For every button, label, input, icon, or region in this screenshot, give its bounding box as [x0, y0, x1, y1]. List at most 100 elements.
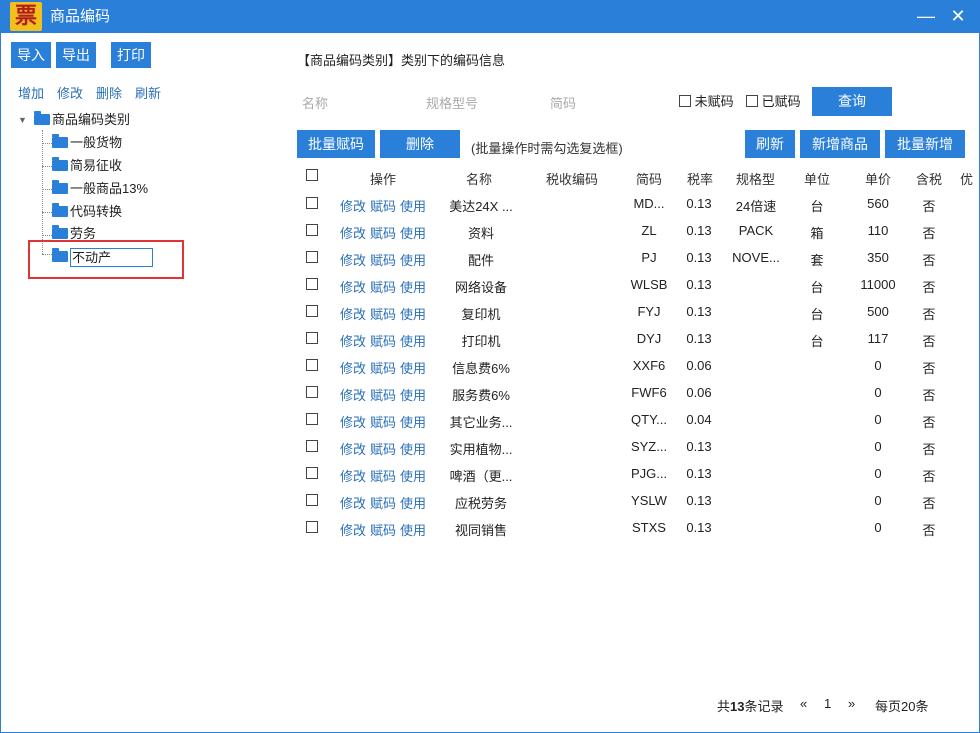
tax-rate-cell: 0.13	[686, 466, 712, 481]
row-checkbox[interactable]	[306, 278, 318, 290]
tax-included-cell: 否	[922, 496, 936, 511]
price-cell: 110	[867, 223, 889, 238]
use-link[interactable]: 使用	[400, 196, 426, 215]
edit-link[interactable]: 修改	[340, 439, 366, 458]
assign-code-link[interactable]: 赋码	[370, 304, 396, 323]
assign-code-link[interactable]: 赋码	[370, 412, 396, 431]
edit-link[interactable]: 修改	[340, 358, 366, 377]
tax-rate-cell: 0.06	[686, 358, 712, 373]
tax-included-cell: 否	[922, 334, 936, 349]
use-link[interactable]: 使用	[400, 250, 426, 269]
row-checkbox[interactable]	[306, 521, 318, 533]
assign-code-link[interactable]: 赋码	[370, 493, 396, 512]
use-link[interactable]: 使用	[400, 385, 426, 404]
select-all-checkbox[interactable]	[306, 169, 318, 181]
total-records: 共13条记录	[717, 696, 784, 715]
use-link[interactable]: 使用	[400, 358, 426, 377]
name-cell: 其它业务...	[449, 415, 513, 430]
short-code-cell: MD...	[633, 196, 665, 211]
price-cell: 0	[874, 520, 882, 535]
row-checkbox[interactable]	[306, 413, 318, 425]
use-link[interactable]: 使用	[400, 331, 426, 350]
product-table: 操作 名称 税收编码 简码 税率 规格型 单位 单价 含税 优 修改 赋码 使用 美达…	[1, 33, 979, 723]
edit-link[interactable]: 修改	[340, 466, 366, 485]
window-title: 商品编码	[50, 8, 111, 25]
use-link[interactable]: 使用	[400, 466, 426, 485]
price-cell: 0	[874, 385, 882, 400]
use-link[interactable]: 使用	[400, 520, 426, 539]
use-link[interactable]: 使用	[400, 412, 426, 431]
minimize-button[interactable]: —	[912, 0, 940, 33]
page-number[interactable]: 1	[824, 696, 831, 711]
prev-page-button[interactable]: «	[800, 696, 807, 711]
row-checkbox[interactable]	[306, 386, 318, 398]
assign-code-link[interactable]: 赋码	[370, 358, 396, 377]
tax-included-cell: 否	[922, 442, 936, 457]
short-code-cell: DYJ	[636, 331, 662, 346]
use-link[interactable]: 使用	[400, 439, 426, 458]
price-cell: 117	[867, 331, 889, 346]
use-link[interactable]: 使用	[400, 493, 426, 512]
column-header: 税收编码	[546, 172, 599, 187]
row-checkbox[interactable]	[306, 332, 318, 344]
tax-rate-cell: 0.13	[686, 277, 712, 292]
row-checkbox[interactable]	[306, 359, 318, 371]
row-checkbox[interactable]	[306, 197, 318, 209]
edit-link[interactable]: 修改	[340, 493, 366, 512]
unit-cell: 台	[810, 280, 824, 295]
tax-included-cell: 否	[922, 415, 936, 430]
tax-rate-cell: 0.13	[686, 304, 712, 319]
edit-link[interactable]: 修改	[340, 196, 366, 215]
tax-included-cell: 否	[922, 199, 936, 214]
assign-code-link[interactable]: 赋码	[370, 520, 396, 539]
next-page-button[interactable]: »	[848, 696, 855, 711]
price-cell: 350	[867, 250, 889, 265]
edit-link[interactable]: 修改	[340, 277, 366, 296]
use-link[interactable]: 使用	[400, 277, 426, 296]
assign-code-link[interactable]: 赋码	[370, 439, 396, 458]
tax-included-cell: 否	[922, 523, 936, 538]
name-cell: 实用植物...	[449, 442, 513, 457]
row-checkbox[interactable]	[306, 305, 318, 317]
assign-code-link[interactable]: 赋码	[370, 196, 396, 215]
name-cell: 美达24X ...	[449, 199, 513, 214]
name-cell: 打印机	[461, 334, 501, 349]
assign-code-link[interactable]: 赋码	[370, 223, 396, 242]
close-button[interactable]: ✕	[944, 0, 972, 33]
short-code-cell: YSLW	[631, 493, 667, 508]
tax-included-cell: 否	[922, 469, 936, 484]
price-cell: 0	[874, 466, 882, 481]
tax-included-cell: 否	[922, 361, 936, 376]
edit-link[interactable]: 修改	[340, 385, 366, 404]
row-checkbox[interactable]	[306, 251, 318, 263]
tax-rate-cell: 0.13	[686, 520, 712, 535]
edit-link[interactable]: 修改	[340, 250, 366, 269]
use-link[interactable]: 使用	[400, 304, 426, 323]
tax-included-cell: 否	[922, 226, 936, 241]
unit-cell: 套	[810, 253, 824, 268]
edit-link[interactable]: 修改	[340, 223, 366, 242]
row-checkbox[interactable]	[306, 224, 318, 236]
short-code-cell: PJ	[641, 250, 657, 265]
edit-link[interactable]: 修改	[340, 331, 366, 350]
edit-link[interactable]: 修改	[340, 412, 366, 431]
row-checkbox[interactable]	[306, 494, 318, 506]
tax-included-cell: 否	[922, 253, 936, 268]
assign-code-link[interactable]: 赋码	[370, 331, 396, 350]
tax-rate-cell: 0.13	[686, 223, 712, 238]
short-code-cell: XXF6	[632, 358, 666, 373]
edit-link[interactable]: 修改	[340, 520, 366, 539]
total-suffix: 条记录	[744, 699, 784, 714]
edit-link[interactable]: 修改	[340, 304, 366, 323]
assign-code-link[interactable]: 赋码	[370, 277, 396, 296]
unit-cell: 台	[810, 307, 824, 322]
assign-code-link[interactable]: 赋码	[370, 385, 396, 404]
tax-rate-cell: 0.13	[686, 331, 712, 346]
tax-rate-cell: 0.06	[686, 385, 712, 400]
assign-code-link[interactable]: 赋码	[370, 466, 396, 485]
row-checkbox[interactable]	[306, 440, 318, 452]
use-link[interactable]: 使用	[400, 223, 426, 242]
row-checkbox[interactable]	[306, 467, 318, 479]
assign-code-link[interactable]: 赋码	[370, 250, 396, 269]
column-header: 规格型	[736, 172, 776, 187]
